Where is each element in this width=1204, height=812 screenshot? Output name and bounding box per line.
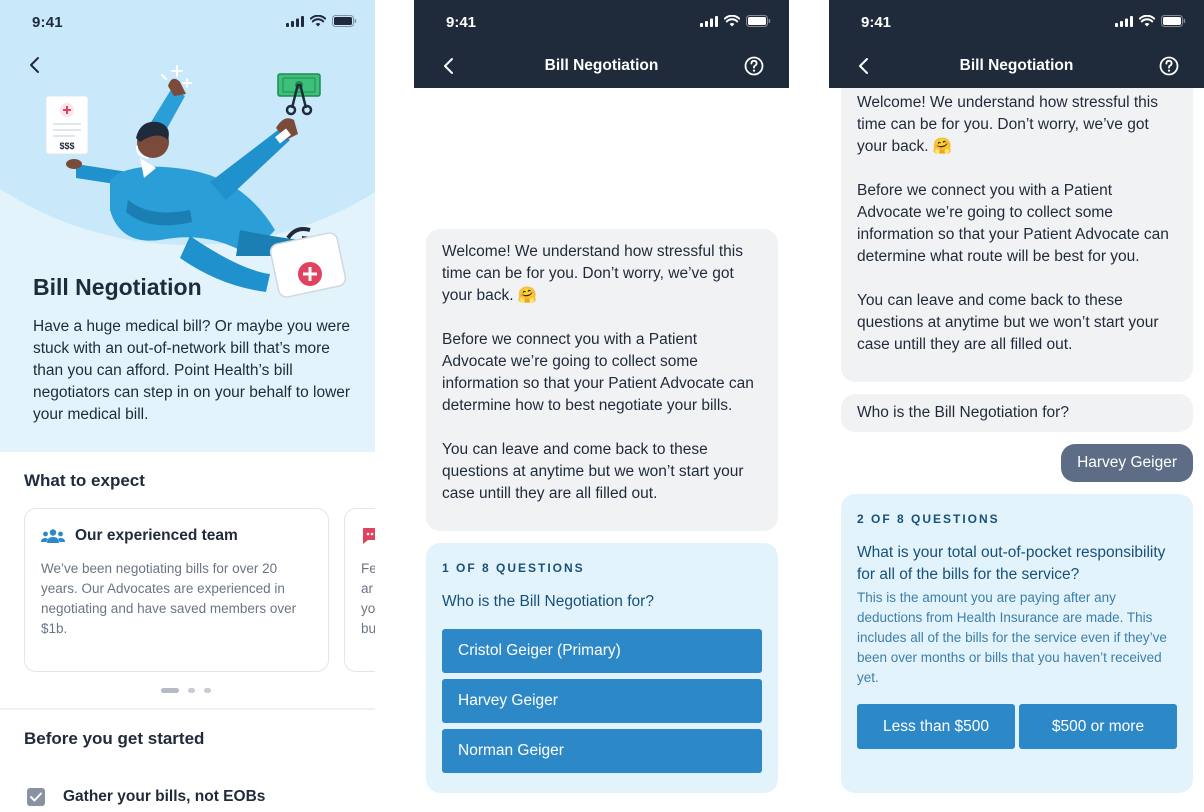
checkmark-icon — [30, 792, 42, 802]
wifi-icon — [724, 15, 740, 27]
status-bar: 9:41 — [0, 0, 375, 44]
chat-icon — [363, 528, 375, 544]
assistant-question-message: Who is the Bill Negotiation for? — [841, 394, 1193, 432]
status-time: 9:41 — [32, 14, 63, 31]
status-icons — [1115, 15, 1186, 27]
expect-card-next[interactable]: Fe ar yo bu — [344, 508, 375, 672]
battery-icon — [746, 15, 771, 27]
answer-option-button[interactable]: Cristol Geiger (Primary) — [442, 629, 762, 673]
card-header — [361, 527, 375, 545]
help-icon[interactable] — [1158, 55, 1180, 77]
message-paragraph: Welcome! We understand how stressful thi… — [857, 94, 1158, 155]
hero-section: 9:41 $$$ Bill Negotiation Have a huge me… — [0, 0, 375, 452]
wifi-icon — [310, 15, 326, 27]
team-icon — [41, 529, 65, 543]
user-answer-message: Harvey Geiger — [1061, 444, 1193, 482]
answer-option-button[interactable]: Less than $500 — [857, 704, 1015, 749]
nav-bar: 9:41 Bill Negotiation — [829, 0, 1204, 88]
battery-icon — [332, 15, 357, 27]
question-counter: 2 OF 8 QUESTIONS — [857, 512, 1000, 526]
expect-card[interactable]: Our experienced team We’ve been negotiat… — [24, 508, 329, 672]
status-time: 9:41 — [861, 14, 892, 31]
card-title: Our experienced team — [75, 527, 238, 544]
message-paragraph: Welcome! We understand how stressful thi… — [442, 243, 743, 304]
page-title: Bill Negotiation — [33, 274, 202, 300]
status-icons — [286, 15, 357, 27]
status-icons — [700, 15, 771, 27]
wifi-icon — [1139, 15, 1155, 27]
nav-bar: 9:41 Bill Negotiation — [414, 0, 789, 88]
message-paragraph: You can leave and come back to these que… — [442, 441, 744, 502]
card-description: We’ve been negotiating bills for over 20… — [41, 561, 297, 636]
medical-bill-icon: $$$ — [45, 95, 89, 155]
chat-screen-question-1: 9:41 Bill Negotiation Welcome! We unders… — [414, 0, 789, 812]
assistant-message: Welcome! We understand how stressful thi… — [426, 229, 778, 531]
checkbox-checked[interactable] — [27, 788, 45, 806]
intro-description: Have a huge medical bill? Or maybe you w… — [33, 318, 351, 423]
pager-dot[interactable] — [161, 688, 179, 693]
intro-screen: 9:41 $$$ Bill Negotiation Have a huge me… — [0, 0, 375, 812]
battery-icon — [1161, 15, 1186, 27]
pager-dot[interactable] — [204, 688, 211, 693]
before-you-start-heading: Before you get started — [24, 729, 205, 748]
message-paragraph: Before we connect you with a Patient Adv… — [442, 331, 754, 414]
answer-option-button[interactable]: Norman Geiger — [442, 729, 762, 773]
question-panel: 2 OF 8 QUESTIONS What is your total out-… — [841, 494, 1193, 793]
question-text: Who is the Bill Negotiation for? — [442, 593, 654, 610]
answer-option-button[interactable]: Harvey Geiger — [442, 679, 762, 723]
question-help-text: This is the amount you are paying after … — [857, 590, 1167, 685]
answer-options: Less than $500 $500 or more — [857, 704, 1177, 749]
checklist-label: Gather your bills, not EOBs — [63, 788, 266, 805]
question-text: What is your total out-of-pocket respons… — [857, 544, 1166, 583]
signal-icon — [286, 15, 304, 27]
card-description-partial: Fe ar yo bu — [361, 561, 375, 636]
money-scissors-icon — [277, 73, 321, 116]
help-icon[interactable] — [743, 55, 765, 77]
nav-title: Bill Negotiation — [544, 57, 659, 74]
section-divider — [0, 708, 375, 710]
answer-options: Cristol Geiger (Primary) Harvey Geiger N… — [442, 629, 762, 773]
carousel-pager[interactable] — [161, 688, 211, 693]
card-header: Our experienced team — [41, 527, 312, 545]
negotiator-illustration: $$$ — [45, 65, 347, 298]
answer-option-button[interactable]: $500 or more — [1019, 704, 1177, 749]
message-paragraph: Before we connect you with a Patient Adv… — [857, 182, 1169, 265]
what-to-expect-heading: What to expect — [24, 471, 145, 490]
question-counter: 1 OF 8 QUESTIONS — [442, 561, 585, 575]
bill-amount-label: $$$ — [59, 141, 74, 151]
question-panel: 1 OF 8 QUESTIONS Who is the Bill Negotia… — [426, 543, 778, 793]
status-time: 9:41 — [446, 14, 477, 31]
signal-icon — [1115, 15, 1133, 27]
signal-icon — [700, 15, 718, 27]
chat-screen-question-2: Welcome! We understand how stressful thi… — [829, 0, 1204, 812]
checklist-item[interactable]: Gather your bills, not EOBs — [27, 788, 265, 806]
pager-dot[interactable] — [188, 688, 195, 693]
message-paragraph: You can leave and come back to these que… — [857, 292, 1159, 353]
nav-title: Bill Negotiation — [959, 57, 1074, 74]
assistant-message: Welcome! We understand how stressful thi… — [841, 62, 1193, 382]
